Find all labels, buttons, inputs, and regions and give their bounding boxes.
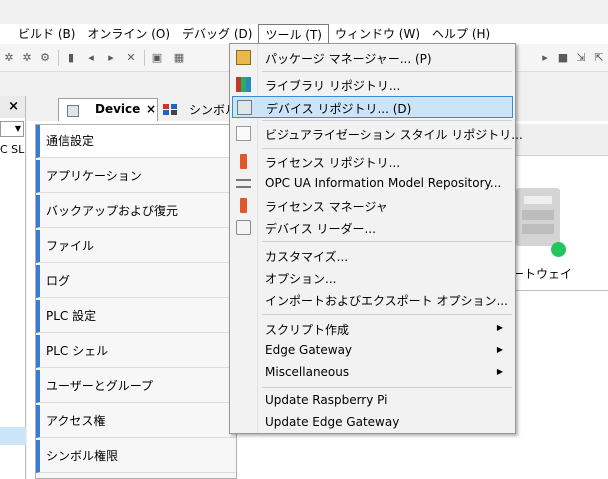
bookmark-icon[interactable]: ▸ [104,51,118,65]
toolbar-icon[interactable]: ⚙ [38,51,52,65]
library-icon [236,77,251,92]
sidebar-item-access-rights[interactable]: アクセス権 [36,405,236,438]
toolbar-icon[interactable]: ▣ [150,51,164,65]
gateway-icon[interactable] [516,188,560,246]
menu-item-update-edge-gateway[interactable]: Update Edge Gateway [232,412,513,434]
menu-item-update-raspberry-pi[interactable]: Update Raspberry Pi [232,390,513,412]
menu-item-device-repository[interactable]: デバイス リポジトリ... (D) [232,96,513,118]
menu-item-opcua-repository[interactable]: OPC UA Information Model Repository... [232,173,513,195]
chevron-right-icon: ▶ [496,345,503,354]
menu-build[interactable]: ビルド (B) [0,24,81,44]
device-reader-icon [236,220,251,235]
stop-icon[interactable]: ■ [556,51,570,65]
sidebar-item-plc-shell[interactable]: PLC シェル [36,335,236,368]
sidebar-item-communication[interactable]: 通信設定 [36,125,236,158]
menu-item-visualization-style-repository[interactable]: ビジュアライゼーション スタイル リポジトリ... [232,123,523,145]
symbol-config-icon [163,104,177,115]
package-icon [236,50,251,65]
close-icon[interactable]: × [146,102,156,116]
bookmark-icon[interactable]: ◂ [84,51,98,65]
sidebar-item-applications[interactable]: アプリケーション [36,160,236,193]
bookmark-icon[interactable]: ▮ [64,51,78,65]
menu-item-options[interactable]: オプション... [232,267,513,289]
step-icon[interactable]: ⇲ [574,51,588,65]
sidebar-item-symbol-rights[interactable]: シンボル権限 [36,440,236,473]
toolbar-icon[interactable]: ✲ [2,51,16,65]
menu-item-license-manager[interactable]: ライセンス マネージャ [232,195,513,217]
device-icon [237,100,252,115]
status-indicator [551,242,566,257]
play-icon[interactable]: ▸ [538,51,552,65]
toolbar-icon[interactable]: ▦ [172,51,186,65]
menu-window[interactable]: ウィンドウ (W) [329,24,426,44]
opcua-icon [236,179,251,188]
menu-item-customize[interactable]: カスタマイズ... [232,245,513,267]
device-sidebar: 通信設定 アプリケーション バックアップおよび復元 ファイル ログ PLC 設定… [35,124,237,479]
tree-item-selected[interactable] [0,427,26,445]
devices-pane: × ▼ C SL [0,96,26,479]
sidebar-item-files[interactable]: ファイル [36,230,236,263]
menu-item-edge-gateway[interactable]: Edge Gateway ▶ [232,340,513,362]
menu-item-library-repository[interactable]: ライブラリ リポジトリ... [232,74,513,96]
menu-item-device-reader[interactable]: デバイス リーダー... [232,217,513,239]
sidebar-item-users-groups[interactable]: ユーザーとグループ [36,370,236,403]
chevron-right-icon: ▶ [496,323,503,332]
license-manager-icon [240,198,247,213]
tree-item[interactable]: C SL [0,143,24,156]
devices-dropdown[interactable]: ▼ [0,121,24,137]
menu-item-package-manager[interactable]: パッケージ マネージャー... (P) [232,47,513,69]
menu-online[interactable]: オンライン (O) [81,24,176,44]
menu-item-miscellaneous[interactable]: Miscellaneous ▶ [232,362,513,384]
menu-tools[interactable]: ツール (T) [258,23,329,45]
tab-device[interactable]: Device × [58,98,158,122]
sidebar-item-plc-settings[interactable]: PLC 設定 [36,300,236,333]
menu-bar: ビルド (B) オンライン (O) デバッグ (D) ツール (T) ウィンドウ… [0,23,608,45]
devices-pane-header: × [0,96,25,118]
tools-menu: パッケージ マネージャー... (P) ライブラリ リポジトリ... デバイス … [229,43,523,434]
bookmark-icon[interactable]: ✕ [124,51,138,65]
tab-label: Device [95,102,141,116]
menu-help[interactable]: ヘルプ (H) [426,24,496,44]
menu-item-scripting[interactable]: スクリプト作成 ▶ [232,318,513,340]
device-icon [67,105,79,117]
menu-item-license-repository[interactable]: ライセンス リポジトリ... [232,151,513,173]
toolbar-icon[interactable]: ✲ [20,51,34,65]
step-icon[interactable]: ⇱ [592,51,606,65]
sidebar-item-log[interactable]: ログ [36,265,236,298]
visualization-icon [236,126,251,141]
close-icon[interactable]: × [8,99,19,114]
gateway-label: ートウェイ [512,267,573,281]
menu-debug[interactable]: デバッグ (D) [176,24,258,44]
menu-item-import-export-options[interactable]: インポートおよびエクスポート オプション... [232,289,513,311]
license-icon [240,154,247,169]
chevron-right-icon: ▶ [496,367,503,376]
sidebar-item-backup-restore[interactable]: バックアップおよび復元 [36,195,236,228]
